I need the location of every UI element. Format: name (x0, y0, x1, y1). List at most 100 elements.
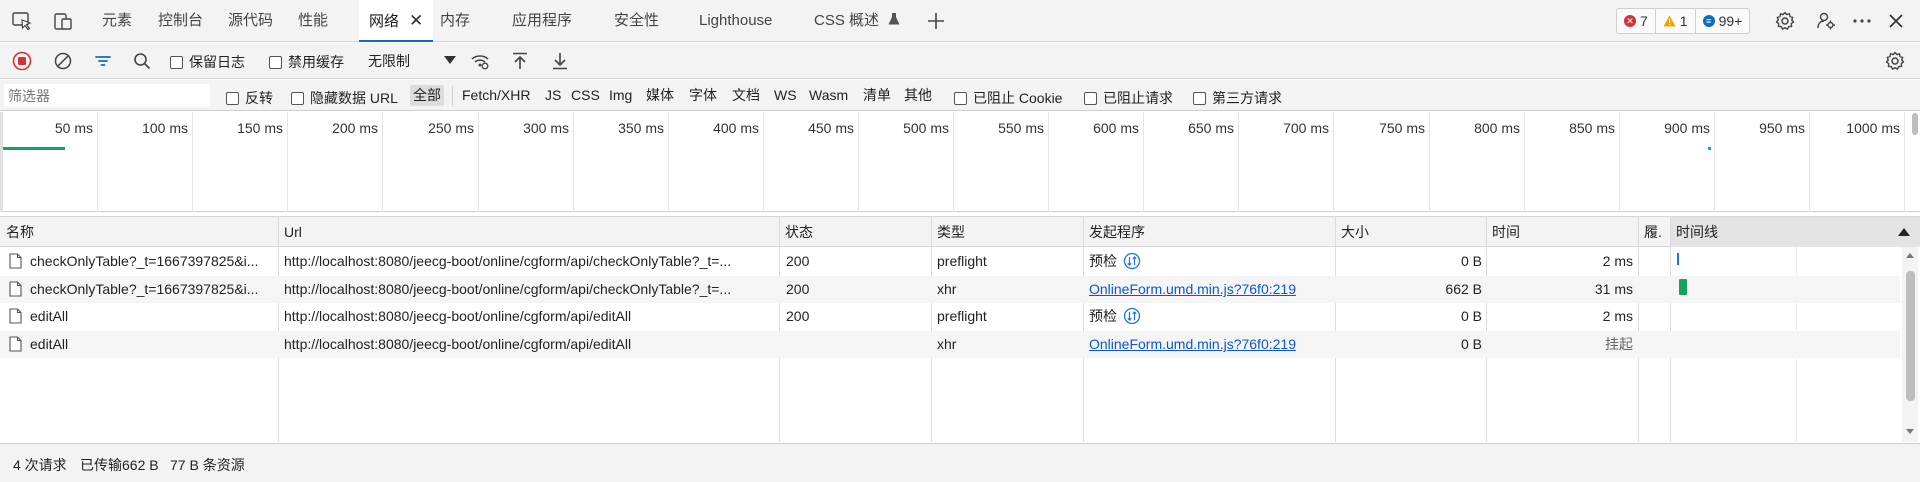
clear-icon[interactable] (51, 49, 75, 73)
third-party-checkbox[interactable]: 第三方请求 (1193, 88, 1282, 108)
column-header-fulfilled[interactable]: 履. (1638, 217, 1670, 247)
warning-count-badge[interactable]: 1 (1654, 9, 1695, 33)
tab-security[interactable]: 安全性 (614, 0, 659, 42)
waterfall-bar-row-2[interactable] (1679, 279, 1687, 295)
third-party-box[interactable] (1193, 91, 1206, 105)
filter-type-font[interactable]: 字体 (686, 85, 720, 106)
plus-icon[interactable] (924, 9, 948, 33)
customize-icon[interactable] (1814, 9, 1838, 33)
column-header-name[interactable]: 名称 (0, 217, 278, 247)
overview-tick-label: 300 ms (523, 120, 569, 136)
disable-cache-box[interactable] (269, 55, 282, 69)
tab-css-overview[interactable]: CSS 概述 (814, 0, 900, 42)
scrollbar-thumb[interactable] (1906, 271, 1915, 401)
tab-lighthouse[interactable]: Lighthouse (699, 0, 772, 42)
filter-type-js[interactable]: JS (542, 85, 564, 106)
request-name[interactable]: editAll (30, 331, 272, 358)
record-icon[interactable] (10, 49, 34, 73)
request-name[interactable]: checkOnlyTable?_t=1667397825&i... (30, 248, 272, 275)
tab-network[interactable]: 网络 ✕ (359, 0, 434, 42)
preserve-log-box[interactable] (170, 55, 183, 69)
close-tab-icon[interactable]: ✕ (409, 0, 423, 42)
initiator-link[interactable]: OnlineForm.umd.min.js?76f0:219 (1089, 276, 1329, 303)
blocked-cookies-box[interactable] (954, 91, 967, 105)
preflight-icon[interactable] (1123, 252, 1141, 270)
column-header-type[interactable]: 类型 (931, 217, 1083, 247)
message-icon: ≡ (1702, 15, 1715, 27)
filter-type-fetch-xhr[interactable]: Fetch/XHR (459, 85, 533, 106)
overview-tick-label: 900 ms (1664, 120, 1710, 136)
disable-cache-checkbox[interactable]: 禁用缓存 (269, 52, 344, 72)
invert-box[interactable] (226, 91, 239, 105)
scroll-up-arrow-icon[interactable] (1906, 253, 1914, 258)
filter-type-media[interactable]: 媒体 (643, 85, 677, 106)
error-count-badge[interactable]: ✕ 7 (1617, 9, 1655, 33)
request-status (786, 331, 926, 358)
waterfall-bar-row-1[interactable] (1677, 253, 1679, 265)
overview-tick-label: 200 ms (332, 120, 378, 136)
network-conditions-icon[interactable] (468, 49, 492, 73)
table-row[interactable]: editAll http://localhost:8080/jeecg-boot/… (0, 331, 1900, 358)
table-row[interactable]: editAll http://localhost:8080/jeecg-boot/… (0, 303, 1900, 330)
tab-application[interactable]: 应用程序 (512, 0, 572, 42)
request-url: http://localhost:8080/jeecg-boot/online/… (284, 308, 632, 324)
table-row[interactable]: checkOnlyTable?_t=1667397825&i... http://… (0, 248, 1900, 275)
tab-console[interactable]: 控制台 (158, 0, 203, 42)
request-name[interactable]: editAll (30, 303, 272, 330)
filter-icon[interactable] (91, 49, 115, 73)
document-icon (9, 253, 22, 269)
filter-type-img[interactable]: Img (606, 85, 635, 106)
blocked-requests-box[interactable] (1084, 91, 1097, 105)
request-status: 200 (786, 308, 810, 324)
preflight-icon[interactable] (1123, 307, 1141, 325)
column-header-waterfall[interactable]: 时间线 (1670, 217, 1920, 247)
chevron-down-icon (444, 56, 456, 64)
close-devtools-icon[interactable] (1884, 9, 1908, 33)
filter-input[interactable] (4, 84, 210, 107)
column-header-size[interactable]: 大小 (1335, 217, 1486, 247)
network-settings-icon[interactable] (1883, 49, 1907, 73)
column-header-initiator[interactable]: 发起程序 (1083, 217, 1335, 247)
tab-sources[interactable]: 源代码 (228, 0, 273, 42)
hide-data-urls-checkbox[interactable]: 隐藏数据 URL (291, 88, 398, 108)
overview-scrollbar-thumb[interactable] (1912, 113, 1918, 135)
tab-elements[interactable]: 元素 (102, 0, 132, 42)
search-icon[interactable] (130, 49, 154, 73)
throttling-select[interactable]: 无限制 (366, 49, 456, 73)
request-time: 挂起 (1605, 336, 1633, 352)
filter-type-other[interactable]: 其他 (901, 85, 935, 106)
column-header-url[interactable]: Url (278, 217, 779, 247)
initiator-link[interactable]: OnlineForm.umd.min.js?76f0:219 (1089, 331, 1329, 358)
request-name[interactable]: checkOnlyTable?_t=1667397825&i... (30, 276, 272, 303)
column-header-status[interactable]: 状态 (779, 217, 931, 247)
filter-type-doc[interactable]: 文档 (729, 85, 763, 106)
download-icon[interactable] (548, 49, 572, 73)
hide-data-urls-box[interactable] (291, 91, 304, 105)
table-vertical-scrollbar[interactable] (1902, 247, 1918, 442)
filter-type-css[interactable]: CSS (568, 85, 603, 106)
inspect-icon[interactable] (10, 9, 34, 33)
filter-type-ws[interactable]: WS (771, 85, 800, 106)
filter-type-all[interactable]: 全部 (410, 85, 444, 106)
filter-type-manifest[interactable]: 清单 (860, 85, 894, 106)
invert-checkbox[interactable]: 反转 (226, 88, 273, 108)
filter-type-wasm[interactable]: Wasm (806, 85, 851, 106)
document-icon (9, 336, 22, 352)
request-size: 0 B (1460, 308, 1482, 324)
table-row[interactable]: checkOnlyTable?_t=1667397825&i... http://… (0, 276, 1900, 303)
network-overview[interactable]: 50 ms 100 ms 150 ms 200 ms 250 ms 300 ms 350 m… (0, 112, 1920, 212)
preserve-log-checkbox[interactable]: 保留日志 (170, 52, 245, 72)
request-type: xhr (937, 336, 957, 352)
settings-icon[interactable] (1773, 9, 1797, 33)
blocked-requests-checkbox[interactable]: 已阻止请求 (1084, 88, 1173, 108)
message-count-badge[interactable]: ≡ 99+ (1694, 9, 1750, 33)
column-header-time[interactable]: 时间 (1486, 217, 1638, 247)
more-icon[interactable] (1850, 9, 1874, 33)
upload-icon[interactable] (508, 49, 532, 73)
tab-memory[interactable]: 内存 (440, 0, 470, 42)
device-toolbar-icon[interactable] (51, 9, 75, 33)
tab-performance[interactable]: 性能 (298, 0, 328, 42)
issue-badges[interactable]: ✕ 7 1 ≡ 99+ (1616, 8, 1751, 34)
blocked-cookies-checkbox[interactable]: 已阻止 Cookie (954, 88, 1062, 108)
scroll-down-arrow-icon[interactable] (1906, 429, 1914, 434)
